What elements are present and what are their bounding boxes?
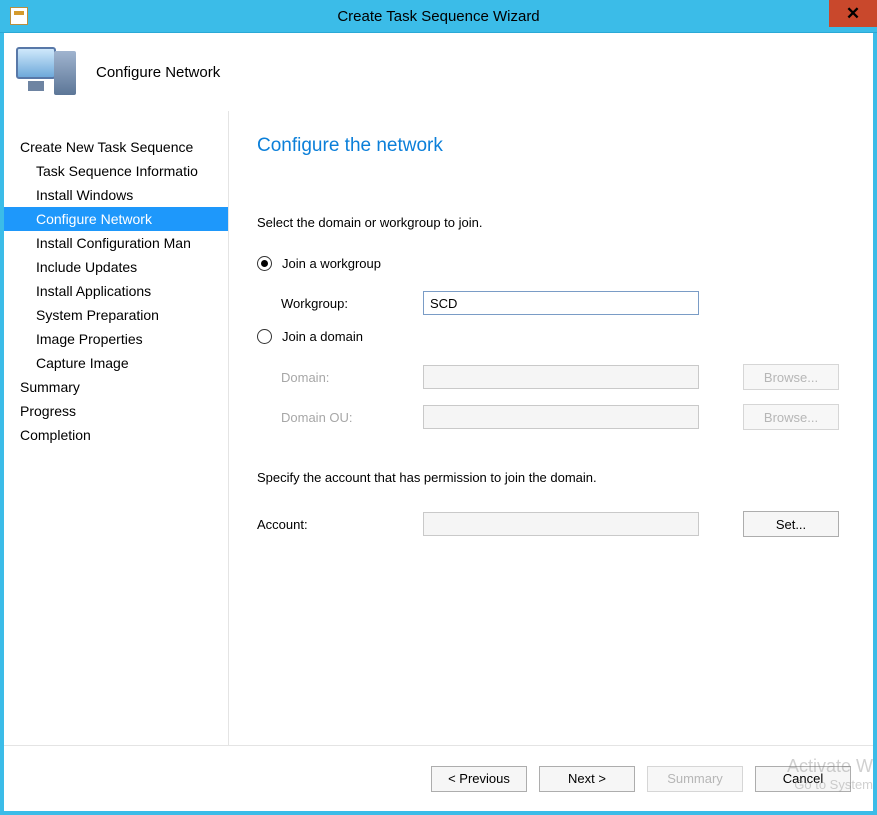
summary-button: Summary <box>647 766 743 792</box>
next-button[interactable]: Next > <box>539 766 635 792</box>
account-label: Account: <box>257 517 423 532</box>
sidebar-item-12[interactable]: Completion <box>4 423 228 447</box>
sidebar-item-4[interactable]: Install Configuration Man <box>4 231 228 255</box>
domain-field-row: Domain: Browse... <box>257 364 845 390</box>
browse-domain-ou-button: Browse... <box>743 404 839 430</box>
workgroup-field-row: Workgroup: <box>257 291 845 315</box>
sidebar-item-6[interactable]: Install Applications <box>4 279 228 303</box>
join-domain-label: Join a domain <box>282 329 363 344</box>
main-heading: Configure the network <box>257 135 845 157</box>
account-field-row: Account: Set... <box>257 511 845 537</box>
sidebar-item-11[interactable]: Progress <box>4 399 228 423</box>
titlebar: Create Task Sequence Wizard ✕ <box>0 0 877 33</box>
sidebar-item-0[interactable]: Create New Task Sequence <box>4 135 228 159</box>
domain-label: Domain: <box>281 370 423 385</box>
domain-ou-label: Domain OU: <box>281 410 423 425</box>
cancel-button[interactable]: Cancel <box>755 766 851 792</box>
domain-ou-input <box>423 405 699 429</box>
sidebar-item-9[interactable]: Capture Image <box>4 351 228 375</box>
radio-domain[interactable] <box>257 329 272 344</box>
wizard-steps-sidebar: Create New Task SequenceTask Sequence In… <box>4 111 229 745</box>
radio-workgroup[interactable] <box>257 256 272 271</box>
domain-ou-field-row: Domain OU: Browse... <box>257 404 845 430</box>
sidebar-item-3[interactable]: Configure Network <box>4 207 228 231</box>
previous-button[interactable]: < Previous <box>431 766 527 792</box>
sidebar-item-8[interactable]: Image Properties <box>4 327 228 351</box>
browse-domain-button: Browse... <box>743 364 839 390</box>
account-instruction: Specify the account that has permission … <box>257 470 845 485</box>
close-icon: ✕ <box>846 4 860 24</box>
window-title: Create Task Sequence Wizard <box>0 8 877 25</box>
workgroup-input[interactable] <box>423 291 699 315</box>
sidebar-item-2[interactable]: Install Windows <box>4 183 228 207</box>
join-workgroup-option[interactable]: Join a workgroup <box>257 256 845 271</box>
main-pane: Configure the network Select the domain … <box>229 111 873 745</box>
wizard-header: Configure Network <box>4 33 873 111</box>
sidebar-item-1[interactable]: Task Sequence Informatio <box>4 159 228 183</box>
account-input <box>423 512 699 536</box>
sidebar-item-7[interactable]: System Preparation <box>4 303 228 327</box>
join-domain-option[interactable]: Join a domain <box>257 329 845 344</box>
content-area: Create New Task SequenceTask Sequence In… <box>4 111 873 745</box>
set-account-button[interactable]: Set... <box>743 511 839 537</box>
close-button[interactable]: ✕ <box>829 0 877 27</box>
join-workgroup-label: Join a workgroup <box>282 256 381 271</box>
sidebar-item-5[interactable]: Include Updates <box>4 255 228 279</box>
join-instruction: Select the domain or workgroup to join. <box>257 215 845 230</box>
workgroup-label: Workgroup: <box>281 296 423 311</box>
computer-icon <box>16 45 76 99</box>
sidebar-item-10[interactable]: Summary <box>4 375 228 399</box>
page-title: Configure Network <box>96 64 220 81</box>
wizard-footer: < Previous Next > Summary Cancel <box>4 745 873 811</box>
domain-input <box>423 365 699 389</box>
window-body: Configure Network Create New Task Sequen… <box>0 33 877 815</box>
